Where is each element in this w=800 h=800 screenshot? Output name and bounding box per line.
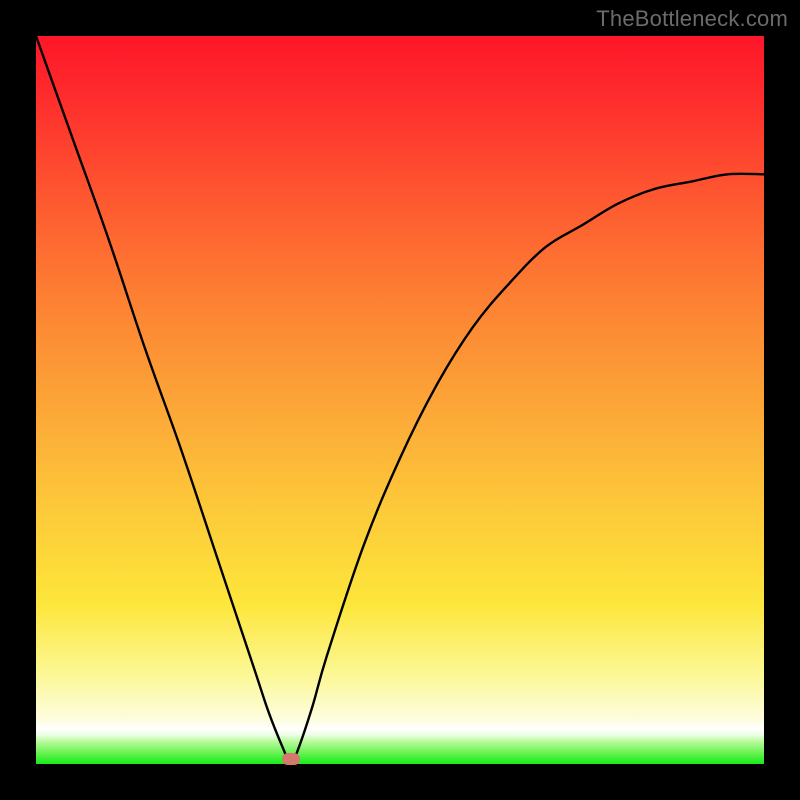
- chart-frame: TheBottleneck.com: [0, 0, 800, 800]
- bottleneck-curve: [36, 36, 764, 764]
- optimum-marker: [282, 753, 300, 765]
- plot-area: [36, 36, 764, 764]
- curve-path: [36, 36, 764, 764]
- watermark-text: TheBottleneck.com: [596, 6, 788, 32]
